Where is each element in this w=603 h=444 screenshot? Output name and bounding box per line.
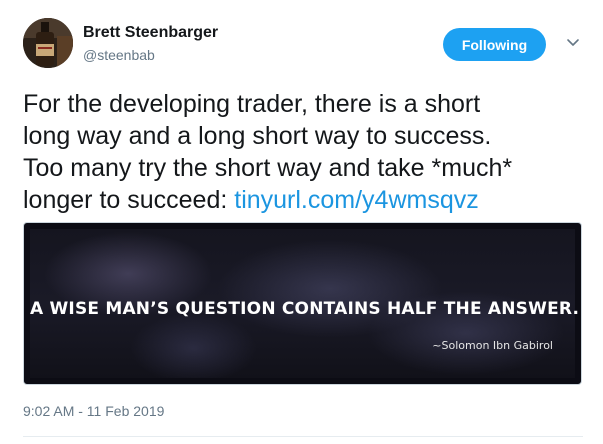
author-handle[interactable]: @steenbab	[83, 47, 155, 63]
chevron-down-icon[interactable]	[566, 36, 580, 50]
author-name[interactable]: Brett Steenbarger	[83, 24, 218, 42]
profile-photo-icon	[23, 18, 73, 68]
tweet-link[interactable]: tinyurl.com/y4wmsqvz	[234, 186, 479, 214]
tweet-image[interactable]: A WISE MAN’S QUESTION CONTAINS HALF THE …	[23, 222, 582, 385]
tweet-line: For the developing trader, there is a sh…	[23, 90, 481, 118]
image-quote: A WISE MAN’S QUESTION CONTAINS HALF THE …	[30, 299, 580, 319]
tweet-text: For the developing trader, there is a sh…	[23, 88, 583, 216]
avatar[interactable]	[23, 18, 73, 68]
tweet-timestamp[interactable]: 9:02 AM - 11 Feb 2019	[23, 403, 164, 419]
following-button[interactable]: Following	[443, 28, 546, 61]
tweet-line: longer to succeed: tinyurl.com/y4wmsqvz	[23, 184, 583, 216]
tweet-line-prefix: longer to succeed:	[23, 186, 235, 214]
divider	[23, 436, 583, 437]
image-background: A WISE MAN’S QUESTION CONTAINS HALF THE …	[30, 229, 580, 378]
tweet-line: long way and a long short way to success…	[23, 122, 492, 150]
tweet-line: Too many try the short way and take *muc…	[23, 154, 513, 182]
image-attribution: ~Solomon Ibn Gabirol	[432, 339, 553, 352]
tweet-card: Brett Steenbarger @steenbab Following Fo…	[0, 0, 603, 444]
